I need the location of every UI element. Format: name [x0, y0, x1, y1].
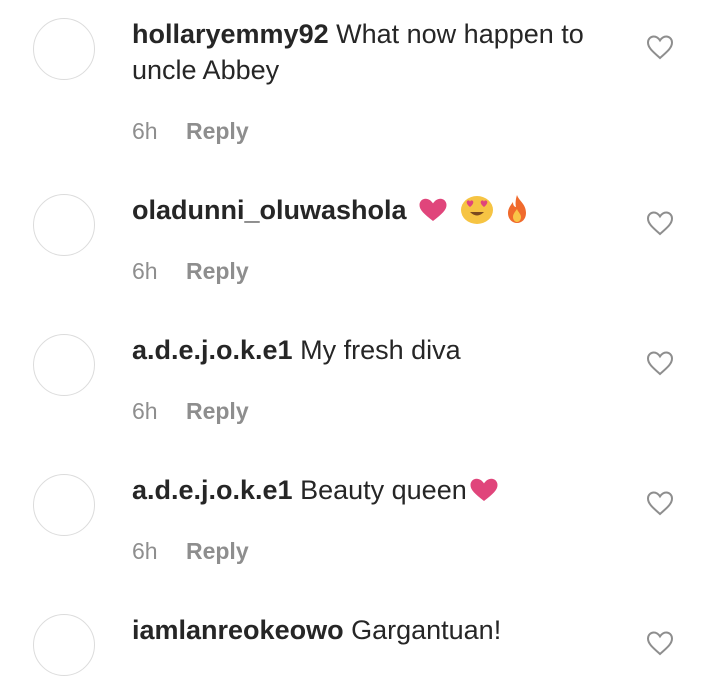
comment-body: a.d.e.j.o.k.e1 My fresh diva — [132, 332, 612, 368]
comment-body: a.d.e.j.o.k.e1 Beauty queen — [132, 472, 612, 508]
comment-timestamp: 6h — [132, 398, 158, 424]
like-heart-icon[interactable] — [646, 210, 674, 236]
comment-meta: 6h Reply — [132, 258, 249, 285]
comment-meta: 6h Reply — [132, 118, 249, 145]
comment-body: hollaryemmy92 What now happen to uncle A… — [132, 16, 612, 88]
reply-button[interactable]: Reply — [186, 398, 249, 424]
like-heart-icon[interactable] — [646, 350, 674, 376]
comment-timestamp: 6h — [132, 118, 158, 144]
comment-username[interactable]: a.d.e.j.o.k.e1 — [132, 475, 293, 505]
comment-text: My fresh diva — [300, 335, 461, 365]
avatar[interactable] — [33, 18, 95, 80]
avatar[interactable] — [33, 614, 95, 676]
comment-username[interactable]: a.d.e.j.o.k.e1 — [132, 335, 293, 365]
comment-meta: 6h Reply — [132, 538, 249, 565]
comment-text: Beauty queen — [300, 475, 467, 505]
reply-button[interactable]: Reply — [186, 118, 249, 144]
heart-emoji — [419, 198, 447, 221]
comment-body: iamlanreokeowo Gargantuan! — [132, 612, 612, 648]
avatar[interactable] — [33, 194, 95, 256]
comment-timestamp: 6h — [132, 538, 158, 564]
avatar[interactable] — [33, 474, 95, 536]
heart-eyes-emoji — [460, 196, 493, 224]
fire-emoji — [508, 195, 527, 223]
reply-button[interactable]: Reply — [186, 538, 249, 564]
like-heart-icon[interactable] — [646, 34, 674, 60]
comment-username[interactable]: iamlanreokeowo — [132, 615, 344, 645]
heart-emoji — [470, 478, 498, 501]
like-heart-icon[interactable] — [646, 490, 674, 516]
reply-button[interactable]: Reply — [186, 258, 249, 284]
comment-timestamp: 6h — [132, 258, 158, 284]
comment-body: oladunni_oluwashola — [132, 192, 612, 228]
comment-text: Gargantuan! — [351, 615, 502, 645]
like-heart-icon[interactable] — [646, 630, 674, 656]
comment-username[interactable]: oladunni_oluwashola — [132, 195, 407, 225]
comment-username[interactable]: hollaryemmy92 — [132, 19, 329, 49]
comment-meta: 6h Reply — [132, 398, 249, 425]
avatar[interactable] — [33, 334, 95, 396]
